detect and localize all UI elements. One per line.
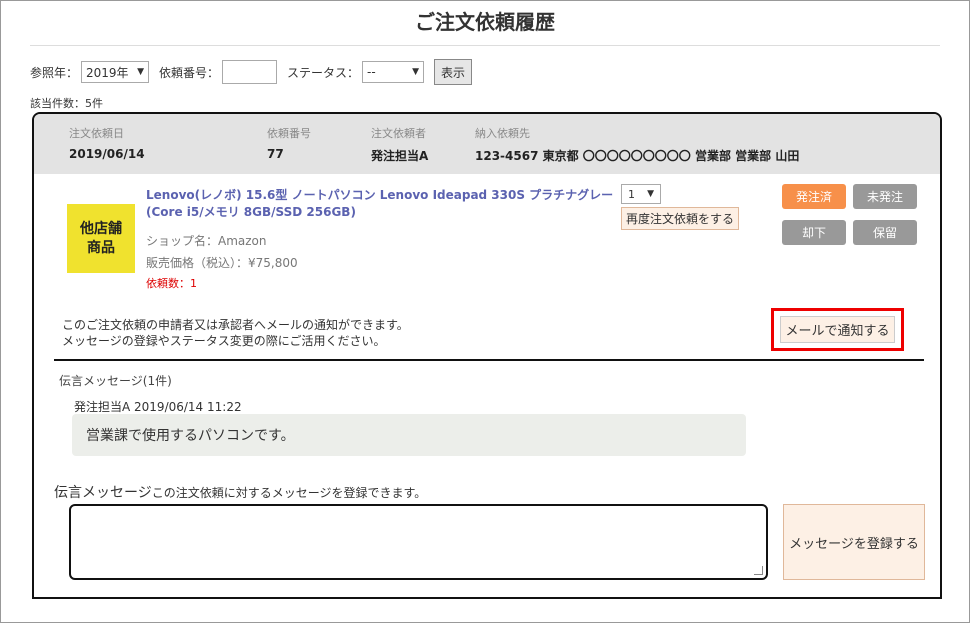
request-no-header-label: 依頼番号: [267, 127, 311, 140]
status-label: ステータス：: [287, 65, 360, 80]
filter-bar: 参照年： 2019年 ▼ 依頼番号： ステータス： -- ▼ 表示: [30, 59, 473, 85]
status-select[interactable]: -- ▼: [362, 61, 425, 83]
year-select[interactable]: 2019年 ▼: [81, 61, 150, 83]
status-rejected-button[interactable]: 却下: [782, 220, 846, 245]
result-count: 該当件数：5件: [30, 97, 103, 110]
message-meta: 発注担当A 2019/06/14 11:22: [74, 400, 242, 414]
quantity-select[interactable]: 1 ▼: [621, 184, 661, 204]
delivery-label: 納入依頼先: [475, 127, 530, 140]
page-title: ご注文依頼履歴: [415, 10, 555, 34]
status-not-ordered-button[interactable]: 未発注: [853, 184, 917, 209]
notify-highlight: メールで通知する: [771, 308, 904, 351]
compose-label-main: 伝言メッセージ: [54, 485, 152, 501]
chevron-down-icon: ▼: [137, 67, 145, 77]
other-store-badge: 他店舗 商品: [67, 204, 135, 273]
title-divider: [30, 45, 940, 46]
resize-grip-icon[interactable]: [754, 566, 763, 575]
message-textarea[interactable]: [69, 504, 768, 580]
notify-description: このご注文依頼の申請者又は承認者へメールの通知ができます。 メッセージの登録やス…: [62, 317, 409, 349]
order-card: 注文依頼日 2019/06/14 依頼番号 77 注文依頼者 発注担当A 納入依…: [32, 112, 942, 599]
order-date-label: 注文依頼日: [69, 127, 124, 140]
notify-line2: メッセージの登録やステータス変更の際にご活用ください。: [62, 334, 386, 348]
status-ordered-button[interactable]: 発注済: [782, 184, 846, 209]
status-select-value: --: [367, 65, 376, 79]
badge-line1: 他店舗: [80, 220, 122, 237]
chevron-down-icon: ▼: [412, 67, 420, 77]
product-name-link[interactable]: Lenovo(レノボ) 15.6型 ノートパソコン Lenovo Ideapad…: [146, 187, 616, 221]
requester-label: 注文依頼者: [371, 127, 426, 140]
email-notify-button[interactable]: メールで通知する: [780, 316, 895, 343]
year-select-value: 2019年: [86, 65, 129, 80]
request-no-label: 依頼番号：: [159, 65, 220, 80]
quantity-select-value: 1: [628, 187, 635, 201]
request-no-value: 77: [267, 147, 284, 161]
order-header: 注文依頼日 2019/06/14 依頼番号 77 注文依頼者 発注担当A 納入依…: [34, 114, 940, 174]
order-date-value: 2019/06/14: [69, 147, 145, 161]
compose-label-sub: この注文依頼に対するメッセージを登録できます。: [151, 486, 427, 500]
register-message-button[interactable]: メッセージを登録する: [783, 504, 925, 580]
product-price: 販売価格（税込）：¥75,800: [146, 256, 298, 270]
show-button[interactable]: 表示: [434, 59, 473, 85]
requester-value: 発注担当A: [371, 149, 429, 163]
message-text: 営業課で使用するパソコンです。: [86, 428, 295, 444]
product-shop: ショップ名：Amazon: [146, 234, 267, 248]
status-on-hold-button[interactable]: 保留: [853, 220, 917, 245]
messages-heading: 伝言メッセージ(1件): [59, 374, 172, 388]
year-label: 参照年：: [30, 65, 79, 80]
product-quantity: 依頼数：1: [146, 277, 197, 290]
notify-line1: このご注文依頼の申請者又は承認者へメールの通知ができます。: [62, 318, 409, 332]
compose-label: 伝言メッセージこの注文依頼に対するメッセージを登録できます。: [54, 482, 426, 502]
chevron-down-icon: ▼: [647, 189, 654, 199]
section-divider: [54, 359, 924, 361]
reorder-button[interactable]: 再度注文依頼をする: [621, 207, 740, 230]
request-no-input[interactable]: [222, 60, 278, 84]
message-bubble: 営業課で使用するパソコンです。: [72, 414, 746, 456]
badge-line2: 商品: [87, 239, 115, 256]
delivery-value: 123-4567 東京都 〇〇〇〇〇〇〇〇〇 営業部 営業部 山田: [475, 149, 800, 163]
